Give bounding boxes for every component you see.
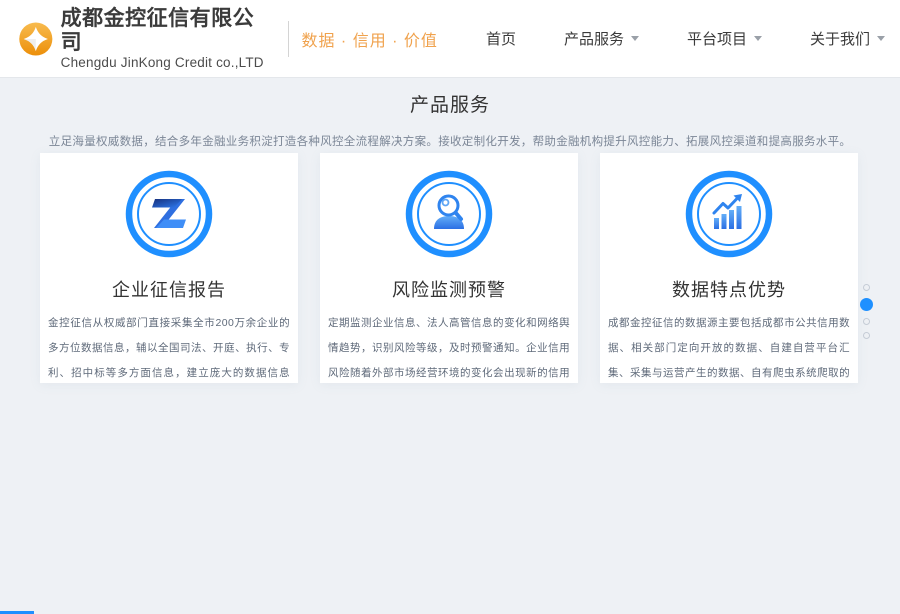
risk-monitor-icon [405, 170, 493, 258]
chevron-down-icon [631, 36, 639, 41]
company-name: 成都金控征信有限公司 Chengdu JinKong Credit co.,LT… [61, 7, 274, 71]
card-enterprise-credit-report[interactable]: 企业征信报告 金控征信从权威部门直接采集全市200万余企业的多方位数据信息，辅以… [40, 153, 298, 383]
product-cards: 企业征信报告 金控征信从权威部门直接采集全市200万余企业的多方位数据信息，辅以… [40, 153, 858, 383]
site-header: 成都金控征信有限公司 Chengdu JinKong Credit co.,LT… [0, 0, 900, 77]
section-description: 立足海量权威数据，结合多年金融业务积淀打造各种风控全流程解决方案。接收定制化开发… [0, 133, 900, 149]
nav-item-label: 平台项目 [687, 28, 747, 49]
products-section: 产品服务 立足海量权威数据，结合多年金融业务积淀打造各种风控全流程解决方案。接收… [0, 90, 900, 149]
header-divider [288, 21, 290, 57]
nav-item-about[interactable]: 关于我们 [810, 28, 885, 49]
card-text: 定期监测企业信息、法人高管信息的变化和网络舆情趋势，识别风险等级，及时预警通知。… [328, 311, 570, 383]
nav-item-products[interactable]: 产品服务 [564, 28, 639, 49]
nav-item-platform[interactable]: 平台项目 [687, 28, 762, 49]
card-title: 企业征信报告 [40, 276, 298, 302]
nav-item-label: 首页 [486, 28, 516, 49]
card-title: 数据特点优势 [600, 276, 858, 302]
nav-item-home[interactable]: 首页 [486, 28, 516, 49]
pagination-dot-2-active[interactable] [860, 298, 873, 311]
card-title: 风险监测预警 [320, 276, 578, 302]
pagination-dot-1[interactable] [863, 284, 870, 291]
card-text: 金控征信从权威部门直接采集全市200万余企业的多方位数据信息，辅以全国司法、开庭… [48, 311, 290, 383]
chevron-down-icon [877, 36, 885, 41]
chevron-down-icon [754, 36, 762, 41]
carousel-pagination [860, 284, 873, 339]
card-data-advantage[interactable]: 数据特点优势 成都金控征信的数据源主要包括成都市公共信用数据、相关部门定向开放的… [600, 153, 858, 383]
nav-item-label: 关于我们 [810, 28, 870, 49]
company-logo[interactable]: 成都金控征信有限公司 Chengdu JinKong Credit co.,LT… [18, 7, 274, 71]
diamond-logo-icon [18, 21, 54, 57]
nav-item-label: 产品服务 [564, 28, 624, 49]
card-risk-monitoring[interactable]: 风险监测预警 定期监测企业信息、法人高管信息的变化和网络舆情趋势，识别风险等级，… [320, 153, 578, 383]
section-title: 产品服务 [0, 90, 900, 117]
card-text: 成都金控征信的数据源主要包括成都市公共信用数据、相关部门定向开放的数据、自建自营… [608, 311, 850, 383]
company-name-zh: 成都金控征信有限公司 [61, 7, 274, 55]
data-advantage-icon [685, 170, 773, 258]
company-tagline: 数据 · 信用 · 价值 [301, 27, 437, 51]
main-nav: 首页 产品服务 平台项目 关于我们 [438, 28, 885, 49]
company-name-en: Chengdu JinKong Credit co.,LTD [61, 55, 274, 71]
pagination-dot-4[interactable] [863, 332, 870, 339]
pagination-dot-3[interactable] [863, 318, 870, 325]
credit-report-icon [125, 170, 213, 258]
